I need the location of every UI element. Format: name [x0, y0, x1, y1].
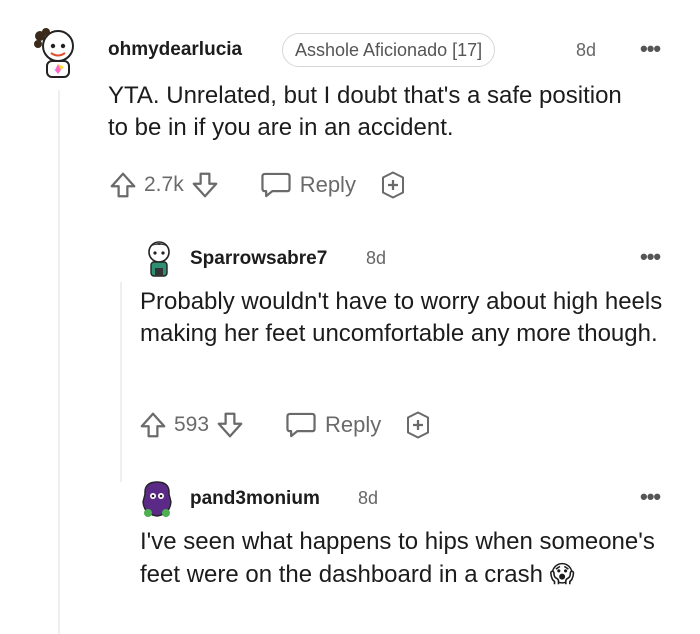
comment-age: 8d [366, 248, 387, 268]
comment: ohmydearlucia Asshole Aficionado [17] 8d… [0, 0, 700, 220]
comment-body: YTA. Unrelated, but I doubt that's a saf… [108, 82, 622, 141]
comment-age: 8d [358, 488, 379, 508]
plus-award-icon [407, 411, 430, 439]
scream-emoji: 😱 [549, 560, 575, 588]
comment-body: I've seen what happens to hips when some… [140, 526, 670, 591]
more-options-button[interactable]: ••• [640, 484, 661, 510]
reply-label: Reply [299, 172, 356, 197]
award-button[interactable] [403, 410, 433, 440]
downvote-button[interactable] [215, 410, 245, 440]
speech-bubble-icon [286, 412, 316, 438]
ellipsis-icon: ••• [640, 484, 661, 509]
user-flair: Asshole Aficionado [17] [282, 33, 496, 67]
user-avatar[interactable] [140, 480, 174, 520]
upvote-button[interactable] [108, 170, 138, 200]
vote-score: 593 [174, 413, 210, 436]
comment-age: 8d [576, 40, 597, 60]
comment: Sparrowsabre7 8d ••• Probably wouldn't h… [0, 220, 700, 460]
arrow-up-icon [140, 412, 166, 438]
arrow-down-icon [217, 412, 243, 438]
user-avatar[interactable] [34, 26, 82, 80]
more-options-button[interactable]: ••• [640, 244, 661, 270]
username[interactable]: ohmydearlucia [108, 39, 242, 61]
username[interactable]: Sparrowsabre7 [190, 248, 327, 270]
arrow-up-icon [110, 172, 136, 198]
more-options-button[interactable]: ••• [640, 36, 661, 62]
reply-label: Reply [325, 412, 382, 437]
comment-body: Probably wouldn't have to worry about hi… [140, 288, 663, 347]
comment-actions: 593 Reply [138, 408, 433, 442]
arrow-down-icon [192, 172, 218, 198]
ellipsis-icon: ••• [640, 244, 661, 269]
comment-actions: 2.7k Reply [108, 168, 408, 202]
upvote-button[interactable] [138, 410, 168, 440]
downvote-button[interactable] [190, 170, 220, 200]
reply-button[interactable]: Reply [260, 170, 356, 200]
user-avatar[interactable] [142, 238, 176, 278]
comment-text: I've seen what happens to hips when some… [140, 528, 655, 588]
award-button[interactable] [378, 170, 408, 200]
speech-bubble-icon [261, 172, 291, 198]
reply-button[interactable]: Reply [285, 410, 381, 440]
ellipsis-icon: ••• [640, 36, 661, 61]
vote-score: 2.7k [144, 173, 184, 196]
plus-award-icon [381, 171, 404, 199]
username[interactable]: pand3monium [190, 488, 320, 510]
comment: pand3monium 8d ••• I've seen what happen… [0, 460, 700, 634]
